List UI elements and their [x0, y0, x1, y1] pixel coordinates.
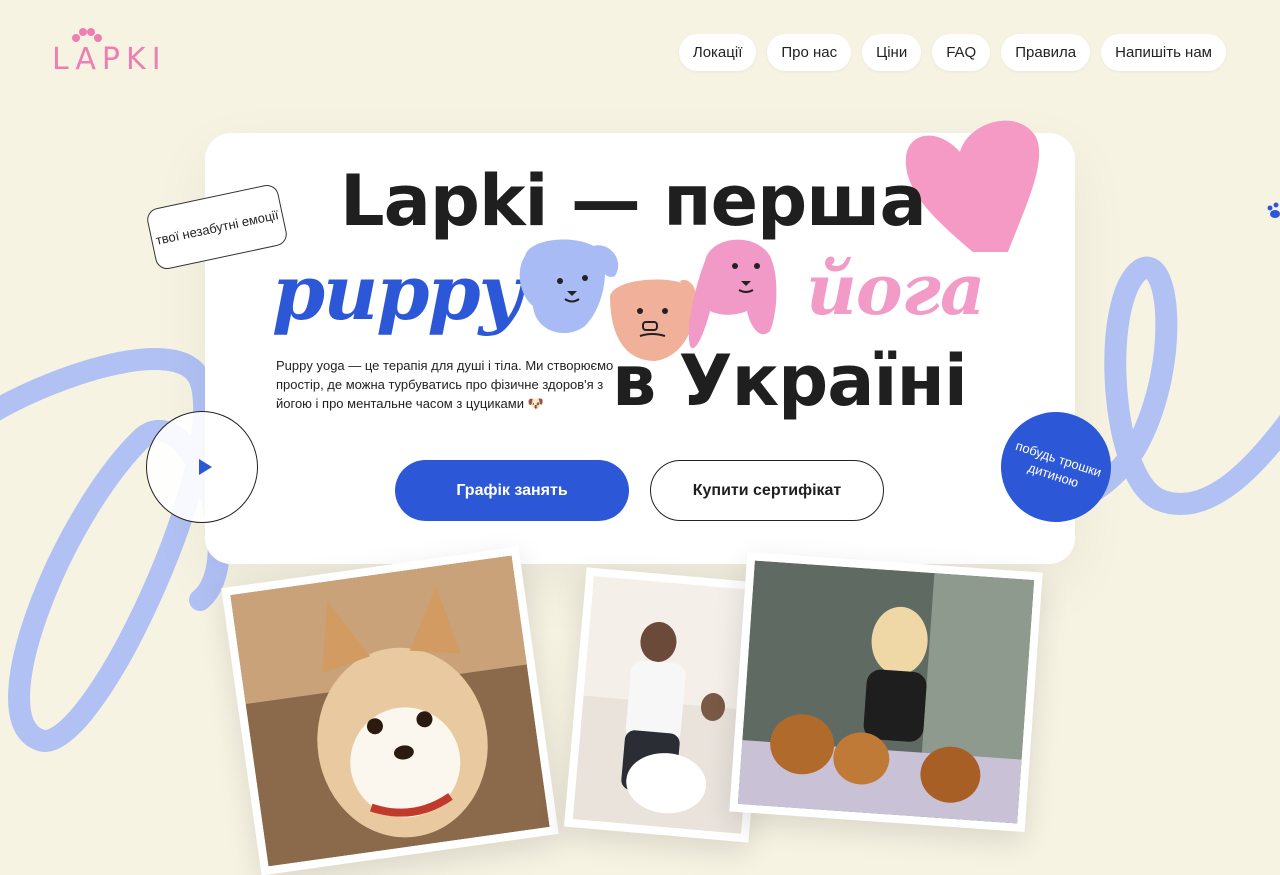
nav-item-rules[interactable]: Правила: [1001, 34, 1091, 71]
photo-woman-with-puppies: [729, 551, 1043, 833]
nav-item-locations[interactable]: Локації: [678, 34, 757, 71]
play-icon: [199, 459, 212, 475]
main-nav: Локації Про нас Ціни FAQ Правила Напишіт…: [678, 34, 1226, 71]
nav-item-prices[interactable]: Ціни: [862, 34, 922, 71]
photo-corgi: [221, 546, 559, 875]
nav-item-about[interactable]: Про нас: [767, 34, 852, 71]
hero-title-yoga: йога: [806, 248, 985, 331]
nav-item-contact[interactable]: Напишіть нам: [1101, 34, 1226, 71]
buy-certificate-button[interactable]: Купити сертифікат: [650, 460, 884, 521]
hero-description: Puppy yoga — це терапія для душі і тіла.…: [276, 358, 614, 411]
nav-item-faq[interactable]: FAQ: [932, 34, 991, 71]
schedule-button[interactable]: Графік занять: [395, 460, 629, 521]
paw-icon: [1267, 202, 1280, 218]
logo-text: LAPKI: [52, 42, 167, 77]
hero-title-line1: Lapki — перша: [340, 160, 927, 242]
hero-title-puppy: puppy: [272, 248, 523, 337]
hero-title-line3: в Україні: [612, 340, 968, 422]
brand-logo[interactable]: LAPKI: [52, 28, 162, 78]
play-video-button[interactable]: [146, 411, 258, 523]
